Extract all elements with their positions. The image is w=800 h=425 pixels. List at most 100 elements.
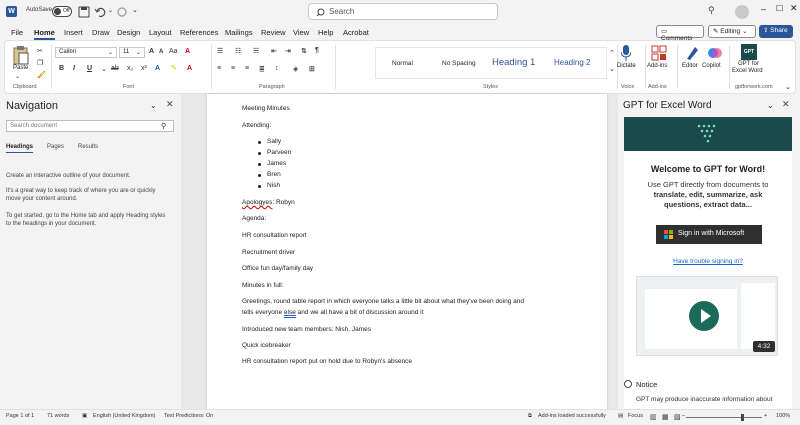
status-page[interactable]: Page 1 of 1	[6, 413, 34, 419]
tab-help[interactable]: Help	[318, 28, 333, 37]
gpt-label-line1[interactable]: GPT for	[738, 61, 759, 67]
sort-icon[interactable]: ⇅	[301, 47, 307, 55]
align-right-icon[interactable]: ≡	[245, 65, 249, 72]
tab-review[interactable]: Review	[261, 28, 286, 37]
tab-design[interactable]: Design	[117, 28, 140, 37]
doc-paragraph-line2[interactable]: tells everyone else and we all have a bi…	[242, 308, 423, 318]
tab-insert[interactable]: Insert	[64, 28, 83, 37]
comments-button[interactable]: ▭ Comments	[656, 25, 704, 42]
multilevel-list-icon[interactable]: ☵	[253, 47, 259, 55]
nav-tab-pages[interactable]: Pages	[47, 144, 64, 150]
tutorial-video[interactable]: 4:32	[636, 276, 778, 356]
doc-paragraph-line1[interactable]: Greetings, round table report in which e…	[242, 297, 524, 307]
doc-agenda-item[interactable]: Office fun day/family day	[242, 264, 313, 274]
bold-icon[interactable]: B	[59, 65, 64, 72]
styles-scroll-up-icon[interactable]: ⌃	[609, 49, 615, 57]
doc-attendee[interactable]: Sally	[267, 137, 281, 147]
grow-font-icon[interactable]: A	[149, 48, 154, 55]
style-heading-1[interactable]: Heading 1	[492, 57, 535, 68]
font-size-select[interactable]: 11 ⌄	[119, 47, 145, 58]
grammar-flagged-word[interactable]: else	[284, 309, 296, 316]
bullets-icon[interactable]: ☰	[217, 47, 223, 55]
dictate-label[interactable]: Dictate	[617, 63, 636, 69]
underline-icon[interactable]: U	[87, 65, 92, 72]
tab-mailings[interactable]: Mailings	[225, 28, 253, 37]
misspelled-word[interactable]: Apologyes	[242, 199, 272, 206]
close-gpt-pane-icon[interactable]: ✕	[782, 99, 790, 110]
align-center-icon[interactable]: ≡	[231, 65, 235, 72]
status-text-predictions[interactable]: Text Predictions: On	[164, 413, 213, 419]
add-ins-icon[interactable]	[651, 45, 667, 61]
share-button[interactable]: ⇪ Share	[759, 25, 793, 38]
chevron-down-icon[interactable]: ⌄	[101, 65, 107, 73]
increase-indent-icon[interactable]: ⇥	[285, 47, 291, 55]
style-normal[interactable]: Normal	[392, 60, 413, 67]
editor-label[interactable]: Editor	[682, 63, 698, 69]
copy-icon[interactable]: ❐	[37, 59, 43, 67]
tab-view[interactable]: View	[293, 28, 309, 37]
sign-in-microsoft-button[interactable]: Sign in with Microsoft	[656, 225, 762, 244]
decrease-indent-icon[interactable]: ⇤	[271, 47, 277, 55]
chevron-down-icon[interactable]: ⌄	[150, 101, 157, 110]
collapse-ribbon-icon[interactable]: ⌄	[785, 83, 791, 91]
text-effects-icon[interactable]: A	[155, 65, 160, 72]
location-icon[interactable]: ⚲	[708, 5, 715, 16]
line-spacing-icon[interactable]: ↕	[275, 65, 279, 72]
trouble-signing-in-link[interactable]: Have trouble signing in?	[624, 258, 792, 265]
subscript-icon[interactable]: x₂	[127, 65, 133, 72]
status-language[interactable]: English (United Kingdom)	[93, 413, 155, 419]
shrink-font-icon[interactable]: A	[159, 49, 163, 55]
zoom-slider-thumb[interactable]	[741, 414, 744, 421]
print-layout-icon[interactable]: ▦	[662, 413, 669, 421]
doc-agenda-item[interactable]: HR consultation report	[242, 231, 307, 241]
redo-icon[interactable]	[116, 6, 128, 18]
status-zoom[interactable]: 100%	[776, 413, 790, 419]
doc-agenda-item[interactable]: Recruitment driver	[242, 248, 295, 258]
doc-agenda-label[interactable]: Agenda:	[242, 214, 266, 224]
play-icon[interactable]	[689, 301, 719, 331]
customize-toolbar-icon[interactable]: ⌄	[132, 6, 138, 14]
numbering-icon[interactable]: ☷	[235, 47, 241, 55]
autosave-toggle[interactable]: Off	[52, 6, 72, 17]
close-navigation-icon[interactable]: ✕	[166, 99, 174, 110]
copilot-icon[interactable]	[707, 45, 723, 61]
tab-file[interactable]: File	[11, 28, 23, 37]
superscript-icon[interactable]: x²	[141, 65, 147, 72]
search-icon[interactable]: ⚲	[161, 122, 166, 130]
navigation-search-input[interactable]: Search document ⚲	[6, 120, 174, 132]
chevron-down-icon[interactable]: ⌄	[767, 101, 774, 110]
copilot-label[interactable]: Copilot	[702, 63, 721, 69]
doc-title[interactable]: Meeting Minutes	[242, 104, 290, 114]
font-color-icon[interactable]: A	[187, 65, 192, 72]
close-icon[interactable]: ✕	[790, 3, 798, 14]
nav-tab-results[interactable]: Results	[78, 144, 98, 150]
borders-icon[interactable]: ⊞	[309, 65, 315, 73]
add-ins-label[interactable]: Add-ins	[647, 63, 667, 69]
tab-home[interactable]: Home	[34, 28, 55, 40]
strikethrough-icon[interactable]: ab	[111, 65, 119, 72]
paste-label[interactable]: Paste	[13, 65, 28, 71]
doc-hr-line[interactable]: HR consultation report put on hold due t…	[242, 357, 412, 367]
show-marks-icon[interactable]: ¶	[315, 47, 319, 54]
zoom-slider[interactable]	[686, 417, 762, 418]
format-painter-icon[interactable]: 🖌	[37, 71, 46, 79]
justify-icon[interactable]: ≣	[259, 65, 265, 73]
doc-team-line[interactable]: Introduced new team members: Nish, James	[242, 325, 371, 335]
gpt-label-line2[interactable]: Excel Word	[732, 68, 763, 74]
web-layout-icon[interactable]: ▧	[674, 413, 681, 421]
tab-acrobat[interactable]: Acrobat	[343, 28, 369, 37]
tab-draw[interactable]: Draw	[92, 28, 110, 37]
doc-attendee[interactable]: James	[267, 159, 286, 169]
undo-icon[interactable]	[94, 6, 108, 18]
proofing-icon[interactable]: ▣	[82, 413, 87, 419]
gpt-logo-icon[interactable]: GPT	[741, 44, 757, 60]
font-name-select[interactable]: Calibri ⌄	[55, 47, 117, 58]
italic-icon[interactable]: I	[73, 65, 75, 72]
paste-dropdown-icon[interactable]: ⌄	[15, 73, 20, 80]
align-left-icon[interactable]: ≡	[217, 65, 221, 72]
minimize-icon[interactable]: –	[761, 4, 766, 14]
doc-icebreaker-line[interactable]: Quick icebreaker	[242, 341, 291, 351]
shading-icon[interactable]: ◈	[293, 65, 298, 73]
doc-minutes-label[interactable]: Minutes in full:	[242, 281, 284, 291]
focus-icon[interactable]: ▤	[618, 413, 623, 419]
